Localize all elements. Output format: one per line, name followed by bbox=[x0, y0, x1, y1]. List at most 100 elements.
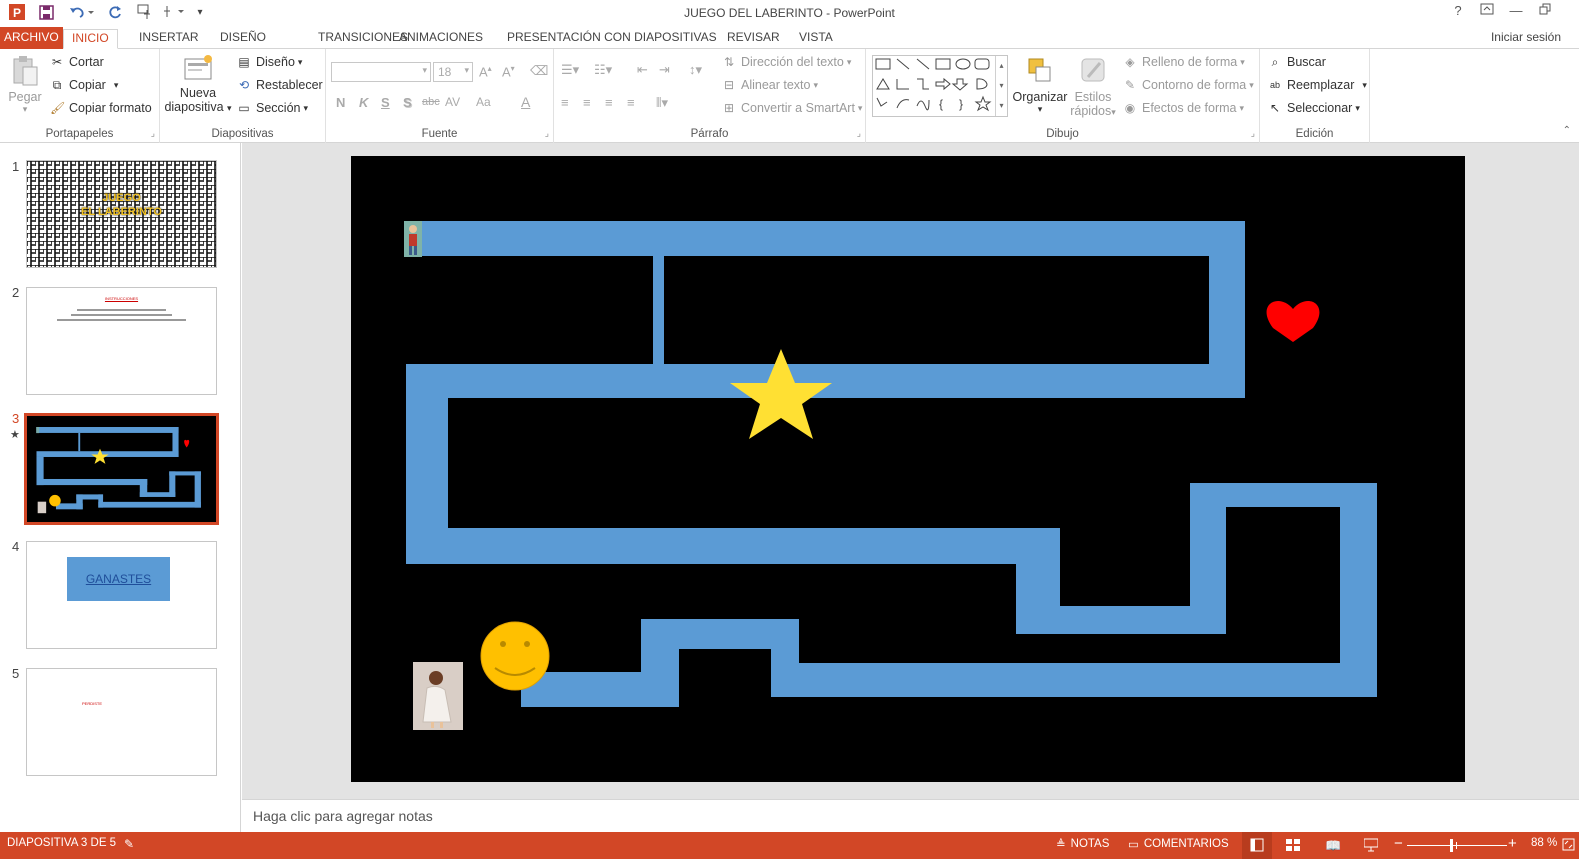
slide-thumbnail-2[interactable]: INSTRUCCIONES bbox=[26, 287, 217, 395]
strikethrough-button[interactable]: abc bbox=[422, 96, 440, 108]
justify-icon[interactable]: ≡ bbox=[627, 95, 635, 110]
notes-label: NOTAS bbox=[1070, 838, 1110, 850]
tab-revisar[interactable]: REVISAR bbox=[719, 29, 788, 49]
copy-button[interactable]: ⧉ Copiar ▾ bbox=[50, 78, 119, 92]
tab-vista[interactable]: VISTA bbox=[791, 29, 841, 49]
layout-button[interactable]: ▤ Diseño ▾ bbox=[237, 55, 302, 69]
align-text-button[interactable]: ⊟ Alinear texto ▾ bbox=[722, 78, 818, 92]
numbering-icon[interactable]: ☷▾ bbox=[594, 62, 612, 78]
shape-effects-button[interactable]: ◉ Efectos de forma ▾ bbox=[1123, 101, 1244, 115]
bold-button[interactable]: N bbox=[336, 95, 345, 110]
gallery-scroll-icon[interactable]: ▴ ▾ ▾ bbox=[995, 56, 1007, 116]
quick-styles-label-2: rápidos bbox=[1070, 104, 1112, 118]
font-color-button[interactable]: A bbox=[521, 94, 530, 110]
dialog-launcher-icon[interactable]: ⌟ bbox=[857, 128, 861, 139]
slide-thumbnail-1[interactable]: JUEGO EL LABERINTO bbox=[26, 160, 217, 268]
zoom-slider-thumb[interactable] bbox=[1450, 839, 1453, 852]
line-spacing-icon[interactable]: ↕▾ bbox=[689, 62, 702, 78]
cut-button[interactable]: ✂ Cortar bbox=[50, 55, 104, 69]
slide-thumbnail-4[interactable]: GANASTES bbox=[26, 541, 217, 649]
maze-path[interactable] bbox=[406, 221, 1377, 707]
align-left-icon[interactable]: ≡ bbox=[561, 95, 569, 110]
sign-in-link[interactable]: Iniciar sesión bbox=[1491, 30, 1561, 44]
select-button[interactable]: ↖ Seleccionar ▾ bbox=[1268, 101, 1360, 115]
thumb-lose-text: PERDISTE bbox=[82, 701, 103, 706]
new-slide-button[interactable]: Nueva diapositiva ▾ bbox=[164, 53, 232, 123]
change-case-button[interactable]: Aa bbox=[476, 95, 491, 109]
arrange-label: Organizar bbox=[1012, 90, 1068, 104]
help-icon[interactable]: ? bbox=[1447, 3, 1469, 21]
zoom-slider[interactable] bbox=[1407, 839, 1507, 852]
spell-check-icon[interactable]: ✎ bbox=[124, 837, 134, 851]
character-spacing-button[interactable]: AV bbox=[445, 95, 460, 109]
text-direction-icon: ⇅ bbox=[723, 55, 735, 69]
arrange-button[interactable]: Organizar ▾ bbox=[1012, 55, 1068, 125]
columns-icon[interactable]: ⫴▾ bbox=[656, 95, 668, 111]
comments-toggle[interactable]: ▭ COMENTARIOS bbox=[1128, 837, 1229, 851]
heart-shape[interactable] bbox=[1266, 301, 1320, 342]
paste-button[interactable]: Pegar ▾ bbox=[6, 55, 44, 115]
align-center-icon[interactable]: ≡ bbox=[583, 95, 591, 110]
italic-button[interactable]: K bbox=[359, 95, 368, 110]
slide-thumbnail-5[interactable]: PERDISTE bbox=[26, 668, 217, 776]
underline-button[interactable]: S bbox=[381, 95, 390, 110]
minimize-icon[interactable]: — bbox=[1505, 3, 1527, 21]
font-size-combo[interactable]: 18 ▾ bbox=[433, 62, 473, 82]
align-right-icon[interactable]: ≡ bbox=[605, 95, 613, 110]
dialog-launcher-icon[interactable]: ⌟ bbox=[151, 128, 155, 139]
bullets-icon[interactable]: ☰▾ bbox=[561, 62, 579, 78]
slide-sorter-icon[interactable] bbox=[1286, 839, 1300, 855]
layout-icon: ▤ bbox=[238, 55, 250, 69]
zoom-level[interactable]: 88 % bbox=[1531, 837, 1557, 849]
tab-inicio[interactable]: INICIO bbox=[63, 29, 118, 49]
dialog-launcher-icon[interactable]: ⌟ bbox=[1251, 128, 1255, 139]
decrease-indent-icon[interactable]: ⇤ bbox=[637, 62, 648, 78]
smiley-face-shape[interactable] bbox=[480, 621, 550, 691]
shadow-button[interactable]: S bbox=[403, 95, 412, 110]
increase-indent-icon[interactable]: ⇥ bbox=[659, 62, 670, 78]
section-button[interactable]: ▭ Sección ▾ bbox=[237, 101, 308, 115]
ribbon-display-options-icon[interactable] bbox=[1476, 3, 1498, 21]
tab-insertar[interactable]: INSERTAR bbox=[131, 29, 207, 49]
shape-fill-button[interactable]: ◈ Relleno de forma ▾ bbox=[1123, 55, 1244, 69]
notes-pane[interactable]: Haga clic para agregar notas bbox=[242, 799, 1579, 832]
restore-icon[interactable] bbox=[1534, 3, 1556, 21]
normal-view-icon[interactable] bbox=[1242, 832, 1272, 859]
zoom-in-button[interactable]: + bbox=[1508, 835, 1517, 852]
convert-smartart-button[interactable]: ⊞ Convertir a SmartArt ▾ bbox=[722, 101, 862, 115]
shrink-font-icon[interactable]: A▾ bbox=[502, 64, 515, 79]
slideshow-view-icon[interactable] bbox=[1363, 838, 1379, 855]
tab-archivo[interactable]: ARCHIVO bbox=[0, 27, 63, 49]
slide-counter[interactable]: DIAPOSITIVA 3 DE 5 bbox=[7, 837, 116, 849]
fit-slide-icon[interactable] bbox=[1562, 838, 1575, 854]
shape-outline-button[interactable]: ✎ Contorno de forma ▾ bbox=[1123, 78, 1254, 92]
text-direction-button[interactable]: ⇅ Dirección del texto ▾ bbox=[722, 55, 851, 69]
slide-canvas[interactable] bbox=[351, 156, 1465, 782]
tab-diseno[interactable]: DISEÑO bbox=[212, 29, 274, 49]
section-dropdown-icon: ▾ bbox=[303, 102, 309, 113]
find-button[interactable]: ⌕ Buscar bbox=[1268, 55, 1326, 69]
grow-font-icon[interactable]: A▴ bbox=[479, 64, 492, 79]
slide-thumbnail-3[interactable] bbox=[24, 413, 219, 525]
quick-styles-button[interactable]: Estilos rápidos▾ bbox=[1066, 55, 1120, 125]
tab-animaciones[interactable]: ANIMACIONES bbox=[391, 29, 491, 49]
shapes-gallery[interactable]: {} ▴ ▾ ▾ bbox=[872, 55, 1008, 117]
shape-outline-label: Contorno de forma bbox=[1142, 78, 1247, 92]
player-character-image[interactable] bbox=[404, 221, 422, 257]
zoom-out-button[interactable]: − bbox=[1394, 835, 1403, 852]
reading-view-icon[interactable]: 📖 bbox=[1325, 838, 1341, 854]
girl-character-image[interactable] bbox=[413, 662, 463, 730]
format-painter-button[interactable]: 🖌 Copiar formato bbox=[50, 101, 152, 115]
group-fuente: ▾ 18 ▾ A▴ A▾ ⌫ N K S S abc AV Aa A Fuente… bbox=[326, 49, 554, 143]
new-slide-dropdown-icon: ▾ bbox=[227, 103, 232, 113]
notes-toggle[interactable]: ≜ NOTAS bbox=[1056, 837, 1109, 851]
font-name-combo[interactable]: ▾ bbox=[331, 62, 431, 82]
clear-format-icon[interactable]: ⌫ bbox=[530, 63, 548, 79]
dialog-launcher-icon[interactable]: ⌟ bbox=[545, 128, 549, 139]
reset-button[interactable]: ⟲ Restablecer bbox=[237, 78, 323, 92]
font-name-dropdown-icon: ▾ bbox=[422, 65, 427, 75]
tab-presentacion[interactable]: PRESENTACIÓN CON DIAPOSITIVAS bbox=[499, 29, 725, 49]
replace-button[interactable]: ab Reemplazar ▾ bbox=[1268, 78, 1367, 92]
collapse-ribbon-icon[interactable]: ⌃ bbox=[1563, 125, 1571, 136]
thumb-win-label: GANASTES bbox=[85, 572, 152, 586]
